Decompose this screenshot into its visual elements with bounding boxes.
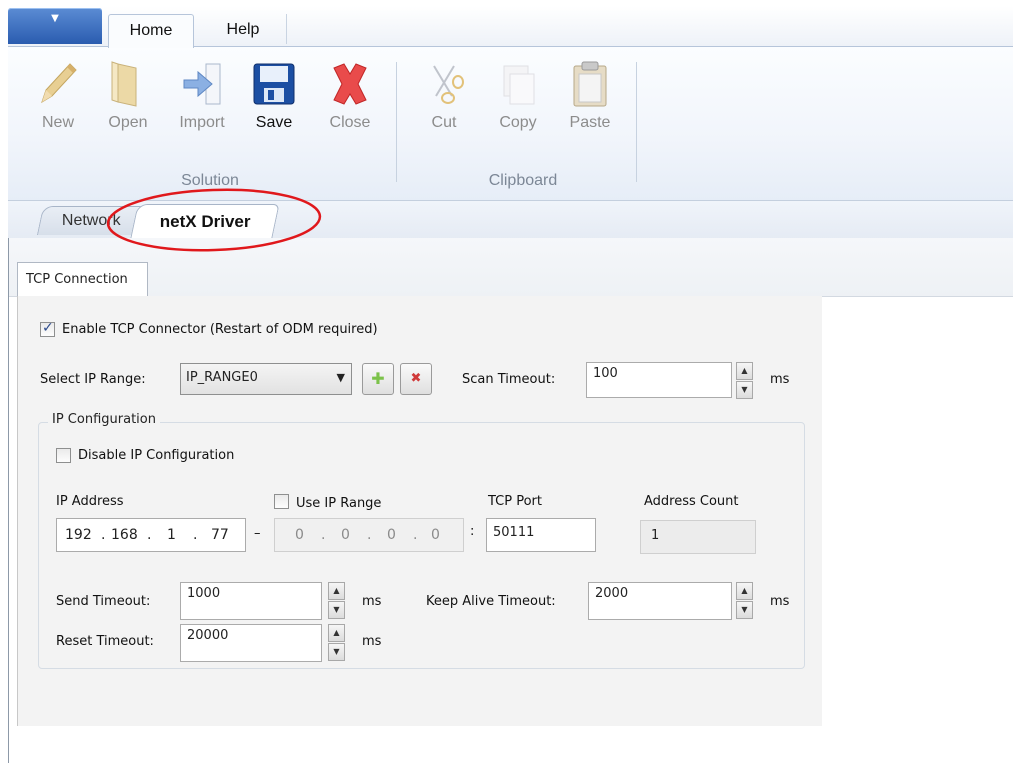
ip-dot: . bbox=[367, 527, 372, 543]
import-label: Import bbox=[179, 114, 225, 131]
ip-dot: . bbox=[321, 527, 326, 543]
enable-tcp-checkbox[interactable] bbox=[40, 320, 55, 337]
window-left-border bbox=[8, 238, 9, 763]
ip-dot: . bbox=[193, 527, 198, 543]
enable-tcp-label: Enable TCP Connector (Restart of ODM req… bbox=[62, 322, 378, 337]
open-button[interactable]: Open bbox=[98, 54, 158, 138]
ip-range-octet-1: 0 bbox=[295, 527, 304, 543]
scan-timeout-input[interactable]: 100 bbox=[586, 362, 732, 398]
ip-dot: . bbox=[101, 527, 106, 543]
ip-range-select-value: IP_RANGE0 bbox=[186, 370, 258, 385]
ip-range-end-input: 0 . 0 . 0 . 0 bbox=[274, 518, 464, 552]
ip-range-octet-4: 0 bbox=[431, 527, 440, 543]
use-ip-range-checkbox[interactable] bbox=[274, 494, 289, 509]
send-timeout-label: Send Timeout: bbox=[56, 594, 151, 609]
scissors-icon bbox=[433, 65, 464, 104]
ip-dot: . bbox=[413, 527, 418, 543]
use-ip-range-label: Use IP Range bbox=[296, 496, 382, 511]
save-button[interactable]: Save bbox=[244, 54, 304, 138]
close-button[interactable]: Close bbox=[320, 54, 380, 138]
ip-address-input[interactable]: 192 . 168 . 1 . 77 bbox=[56, 518, 246, 552]
tab-tcp-connection[interactable]: TCP Connection bbox=[17, 262, 148, 296]
spin-down-icon[interactable]: ▼ bbox=[328, 643, 345, 661]
keep-alive-timeout-input[interactable]: 2000 bbox=[588, 582, 732, 620]
ip-octet-3: 1 bbox=[167, 527, 176, 543]
address-count-value: 1 bbox=[640, 520, 756, 554]
keep-alive-timeout-unit: ms bbox=[770, 594, 790, 609]
reset-timeout-input[interactable]: 20000 bbox=[180, 624, 322, 662]
scan-timeout-unit: ms bbox=[770, 372, 790, 387]
ribbon-group-separator-2 bbox=[636, 62, 637, 182]
spin-down-icon[interactable]: ▼ bbox=[328, 601, 345, 619]
ribbon-tab-help[interactable]: Help bbox=[200, 14, 287, 44]
send-timeout-spinner[interactable]: ▲ ▼ bbox=[328, 582, 345, 620]
ip-range-octet-2: 0 bbox=[341, 527, 350, 543]
reset-timeout-spinner[interactable]: ▲ ▼ bbox=[328, 624, 345, 662]
spin-up-icon[interactable]: ▲ bbox=[736, 362, 753, 380]
ip-range-select[interactable]: IP_RANGE0 ▼ bbox=[180, 363, 352, 395]
spin-up-icon[interactable]: ▲ bbox=[328, 624, 345, 642]
dropdown-arrow-icon: ▼ bbox=[336, 371, 345, 384]
add-ip-range-button[interactable]: ✚ bbox=[362, 363, 394, 395]
delete-x-icon: ✖ bbox=[410, 371, 422, 386]
copy-label: Copy bbox=[499, 114, 537, 131]
pencil-icon bbox=[41, 63, 77, 104]
copy-button[interactable]: Copy bbox=[488, 54, 548, 138]
keep-alive-timeout-label: Keep Alive Timeout: bbox=[426, 594, 556, 609]
dropdown-arrow-icon: ▼ bbox=[51, 13, 59, 24]
paste-label: Paste bbox=[569, 114, 611, 131]
ip-octet-1: 192 bbox=[65, 527, 92, 543]
ip-range-dash: – bbox=[254, 526, 261, 541]
port-colon: : bbox=[470, 524, 475, 539]
ribbon-group-separator bbox=[396, 62, 397, 182]
copy-icon bbox=[503, 65, 535, 105]
send-timeout-input[interactable]: 1000 bbox=[180, 582, 322, 620]
folder-icon bbox=[111, 61, 137, 107]
address-count-label: Address Count bbox=[644, 494, 739, 509]
reset-timeout-unit: ms bbox=[362, 634, 382, 649]
cut-label: Cut bbox=[431, 114, 457, 131]
disable-ip-config-label: Disable IP Configuration bbox=[78, 448, 235, 463]
highlight-annotation-ellipse bbox=[106, 188, 322, 252]
ribbon-tab-home[interactable]: Home bbox=[108, 14, 194, 48]
import-arrow-icon bbox=[183, 63, 221, 105]
select-ip-range-label: Select IP Range: bbox=[40, 372, 146, 387]
close-label: Close bbox=[329, 114, 371, 131]
import-button[interactable]: Import bbox=[172, 54, 232, 138]
ip-range-octet-3: 0 bbox=[387, 527, 396, 543]
ip-dot: . bbox=[147, 527, 152, 543]
save-label: Save bbox=[255, 114, 293, 131]
disable-ip-config-checkbox[interactable] bbox=[56, 448, 71, 463]
new-button[interactable]: New bbox=[28, 54, 88, 138]
new-label: New bbox=[41, 114, 74, 131]
scan-timeout-spinner[interactable]: ▲ ▼ bbox=[736, 362, 753, 400]
spin-up-icon[interactable]: ▲ bbox=[736, 582, 753, 600]
keep-alive-timeout-spinner[interactable]: ▲ ▼ bbox=[736, 582, 753, 620]
reset-timeout-label: Reset Timeout: bbox=[56, 634, 154, 649]
clipboard-group-label: Clipboard bbox=[488, 172, 558, 189]
ip-configuration-legend: IP Configuration bbox=[48, 412, 160, 427]
floppy-disk-icon bbox=[253, 63, 295, 105]
cut-button[interactable]: Cut bbox=[414, 54, 474, 138]
scan-timeout-label: Scan Timeout: bbox=[462, 372, 556, 387]
ip-octet-2: 168 bbox=[111, 527, 138, 543]
spin-down-icon[interactable]: ▼ bbox=[736, 381, 753, 399]
spin-down-icon[interactable]: ▼ bbox=[736, 601, 753, 619]
paste-button[interactable]: Paste bbox=[560, 54, 620, 138]
open-label: Open bbox=[108, 114, 148, 131]
tcp-port-label: TCP Port bbox=[488, 494, 542, 509]
ip-octet-4: 77 bbox=[211, 527, 229, 543]
ip-address-label: IP Address bbox=[56, 494, 124, 509]
red-x-icon bbox=[333, 63, 367, 105]
application-menu-button[interactable]: ▼ bbox=[8, 8, 102, 44]
plus-icon: ✚ bbox=[371, 369, 385, 388]
spin-up-icon[interactable]: ▲ bbox=[328, 582, 345, 600]
tcp-port-input[interactable]: 50111 bbox=[486, 518, 596, 552]
clipboard-icon bbox=[573, 61, 607, 107]
delete-ip-range-button[interactable]: ✖ bbox=[400, 363, 432, 395]
send-timeout-unit: ms bbox=[362, 594, 382, 609]
